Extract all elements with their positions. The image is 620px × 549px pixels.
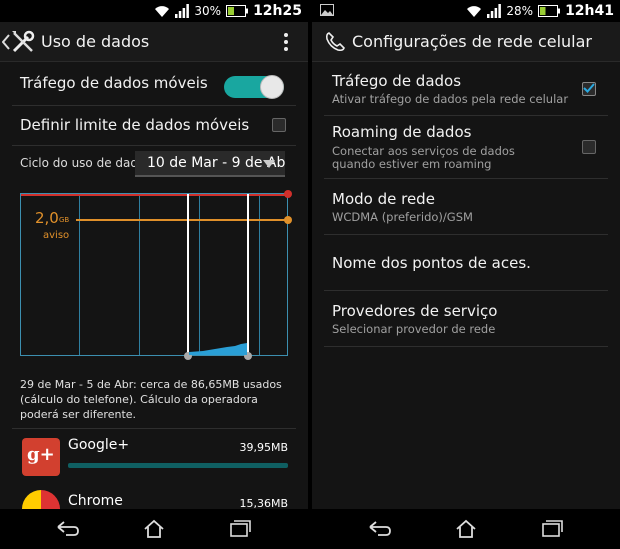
data-traffic-checkbox[interactable] (582, 82, 596, 96)
back-chevron-icon[interactable] (2, 34, 10, 50)
status-time: 12h41 (565, 3, 614, 19)
app-name: Chrome (68, 493, 123, 509)
wrench-screwdriver-icon[interactable] (10, 29, 36, 55)
data-traffic-row[interactable]: Tráfego de dados Ativar tráfego de dados… (324, 66, 608, 116)
warning-line[interactable] (76, 219, 287, 221)
mobile-traffic-row[interactable]: Tráfego de dados móveis (12, 66, 296, 106)
row-title: Roaming de dados (332, 123, 472, 141)
wifi-icon (467, 6, 482, 17)
row-title: Nome dos pontos de aces. (332, 254, 531, 272)
network-mode-row[interactable]: Modo de rede WCDMA (preferido)/GSM (324, 179, 608, 235)
roaming-row[interactable]: Roaming de dados Conectar aos serviços d… (324, 116, 608, 179)
googleplus-icon: g+ (22, 438, 60, 476)
row-title: Modo de rede (332, 190, 435, 208)
signal-icon (175, 4, 190, 18)
service-providers-row[interactable]: Provedores de serviço Selecionar provedo… (324, 291, 608, 347)
battery-icon (538, 5, 561, 17)
wifi-icon (155, 6, 170, 17)
cycle-dropdown[interactable]: 10 de Mar - 9 de Abr (135, 151, 285, 177)
recents-icon[interactable] (541, 519, 563, 537)
warning-value: 2,0 (35, 209, 59, 227)
access-point-names-row[interactable]: Nome dos pontos de aces. (324, 235, 608, 291)
back-icon[interactable] (368, 519, 392, 537)
app-usage-bar (68, 463, 288, 468)
app-usage: 39,95MB (239, 441, 288, 454)
nav-bar (0, 509, 308, 549)
row-title: Tráfego de dados (332, 72, 462, 90)
data-limit-checkbox[interactable] (272, 118, 286, 132)
action-bar: Configurações de rede celular (312, 22, 620, 62)
left-screen: 30% 12h25 Uso de dados Tráfego de dados … (0, 0, 308, 549)
data-limit-label: Definir limite de dados móveis (20, 116, 250, 134)
warning-handle[interactable] (284, 216, 292, 224)
row-title: Provedores de serviço (332, 302, 498, 320)
mobile-traffic-label: Tráfego de dados móveis (20, 74, 208, 92)
page-title: Configurações de rede celular (352, 32, 593, 51)
recents-icon[interactable] (229, 519, 251, 537)
cycle-start-marker[interactable] (187, 194, 189, 355)
usage-area (189, 343, 247, 355)
usage-summary: 29 de Mar - 5 de Abr: cerca de 86,65MB u… (20, 378, 282, 421)
image-icon (320, 4, 334, 16)
roaming-checkbox[interactable] (582, 140, 596, 154)
status-bar: 28% 12h41 (312, 0, 620, 22)
row-subtitle: Ativar tráfego de dados pela rede celula… (332, 92, 569, 106)
home-icon[interactable] (143, 519, 165, 539)
signal-icon (487, 4, 502, 18)
toggle-knob (260, 75, 284, 99)
dropdown-caret-icon (263, 160, 275, 168)
overflow-menu-icon[interactable] (284, 32, 288, 52)
warning-unit: GB (59, 216, 70, 224)
data-limit-row[interactable]: Definir limite de dados móveis (12, 106, 296, 146)
battery-percent: 30% (194, 4, 222, 18)
status-time: 12h25 (253, 3, 302, 19)
warning-label: aviso (43, 230, 70, 241)
row-subtitle: WCDMA (preferido)/GSM (332, 210, 473, 224)
check-icon (583, 83, 595, 93)
data-usage-chart[interactable]: 2,0 GB aviso (20, 190, 292, 360)
status-bar: 30% 12h25 (0, 0, 308, 22)
right-screen: 28% 12h41 Configurações de rede celular … (312, 0, 620, 549)
phone-icon[interactable] (324, 31, 346, 53)
row-subtitle: Selecionar provedor de rede (332, 322, 496, 336)
limit-handle[interactable] (284, 190, 292, 198)
page-title: Uso de dados (41, 32, 150, 51)
apps-divider (12, 428, 296, 429)
row-subtitle: Conectar aos serviços de dados quando es… (332, 144, 515, 171)
nav-bar (312, 509, 620, 549)
cycle-label: Ciclo do uso de dados (20, 156, 152, 170)
battery-icon (226, 5, 249, 17)
home-icon[interactable] (455, 519, 477, 539)
app-name: Google+ (68, 437, 130, 453)
battery-percent: 28% (506, 4, 534, 18)
back-icon[interactable] (56, 519, 80, 537)
cycle-end-marker[interactable] (247, 194, 249, 355)
mobile-traffic-toggle[interactable] (224, 75, 284, 99)
action-bar: Uso de dados (0, 22, 308, 62)
